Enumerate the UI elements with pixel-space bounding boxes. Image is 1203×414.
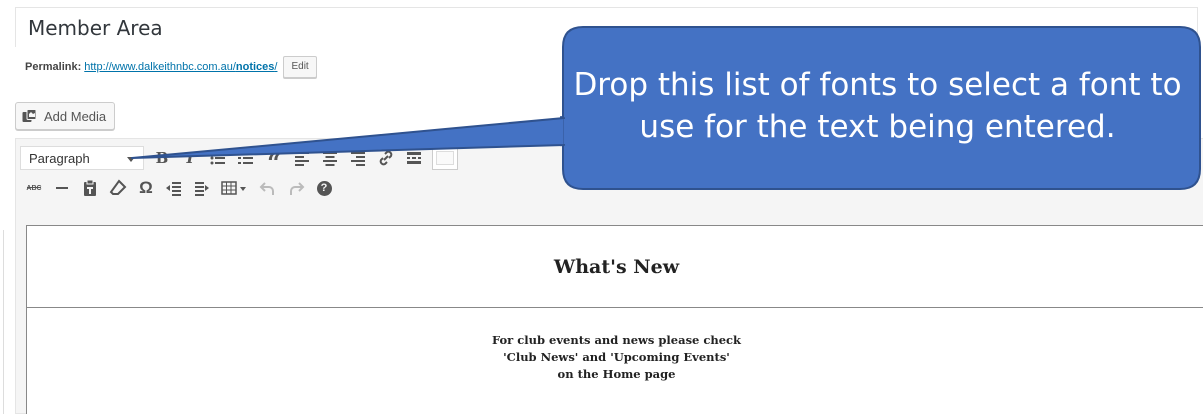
permalink-label: Permalink: bbox=[25, 61, 82, 73]
callout-text: Drop this list of fonts to select a font… bbox=[566, 64, 1189, 148]
decrease-indent-icon[interactable] bbox=[160, 174, 188, 202]
strikethrough-icon[interactable]: ABC bbox=[20, 174, 48, 202]
bulleted-list-icon[interactable] bbox=[204, 144, 232, 172]
add-media-label: Add Media bbox=[44, 108, 107, 124]
permalink-link[interactable]: http://www.dalkeithnbc.com.au/notices/ bbox=[84, 61, 277, 73]
permalink-edit-button[interactable]: Edit bbox=[283, 56, 317, 78]
permalink-url-base: http://www.dalkeithnbc.com.au/ bbox=[84, 61, 236, 73]
content-body: For club events and news please check 'C… bbox=[27, 332, 1203, 383]
redo-icon[interactable] bbox=[282, 174, 310, 202]
callout-line: use for the text being entered. bbox=[639, 109, 1116, 145]
add-media-button[interactable]: Add Media bbox=[15, 102, 116, 130]
increase-indent-icon[interactable] bbox=[188, 174, 216, 202]
strikethrough-label: ABC bbox=[26, 184, 42, 192]
toolbar-row-1: Paragraph B I “ bbox=[20, 142, 458, 177]
permalink-slug: notices bbox=[235, 61, 275, 73]
left-divider bbox=[3, 230, 4, 414]
bold-icon[interactable]: B bbox=[148, 144, 176, 172]
editor: Paragraph B I “ ABC Ω ? What's New For c… bbox=[15, 138, 1203, 414]
callout-line: Drop this list of fonts to select a font… bbox=[573, 67, 1182, 103]
editor-content-area[interactable]: What's New For club events and news plea… bbox=[26, 225, 1203, 414]
clear-formatting-icon[interactable] bbox=[104, 174, 132, 202]
toolbar-toggle-inner bbox=[436, 151, 454, 165]
align-center-icon[interactable] bbox=[316, 144, 344, 172]
content-line: For club events and news please check bbox=[491, 333, 742, 347]
permalink-url-tail: / bbox=[274, 61, 278, 73]
align-left-icon[interactable] bbox=[288, 144, 316, 172]
help-icon[interactable]: ? bbox=[310, 174, 338, 202]
format-select-value: Paragraph bbox=[29, 150, 90, 166]
paste-as-text-icon[interactable] bbox=[76, 174, 104, 202]
table-icon[interactable] bbox=[216, 174, 254, 202]
blockquote-icon[interactable]: “ bbox=[260, 144, 288, 177]
italic-icon[interactable]: I bbox=[176, 144, 204, 172]
permalink-row: Permalink: http://www.dalkeithnbc.com.au… bbox=[25, 56, 317, 78]
undo-icon[interactable] bbox=[254, 174, 282, 202]
add-media-icon bbox=[22, 109, 38, 123]
toolbar-toggle-icon[interactable] bbox=[432, 146, 458, 170]
format-select[interactable]: Paragraph bbox=[20, 146, 144, 170]
content-header-cell: What's New bbox=[27, 226, 1203, 308]
read-more-icon[interactable] bbox=[400, 144, 428, 172]
toolbar-row-2: ABC Ω ? bbox=[20, 172, 338, 204]
chevron-down-icon bbox=[127, 157, 135, 162]
horizontal-line-icon[interactable] bbox=[48, 174, 76, 202]
content-line: 'Club News' and 'Upcoming Events' bbox=[503, 350, 730, 364]
align-right-icon[interactable] bbox=[344, 144, 372, 172]
content-line: on the Home page bbox=[557, 367, 676, 381]
content-heading: What's New bbox=[553, 255, 680, 278]
help-glyph: ? bbox=[316, 180, 332, 196]
post-title-field[interactable]: Member Area bbox=[15, 7, 1198, 47]
special-character-icon[interactable]: Ω bbox=[132, 174, 160, 202]
numbered-list-icon[interactable] bbox=[232, 144, 260, 172]
post-title-text: Member Area bbox=[28, 16, 163, 40]
link-icon[interactable] bbox=[372, 144, 400, 172]
